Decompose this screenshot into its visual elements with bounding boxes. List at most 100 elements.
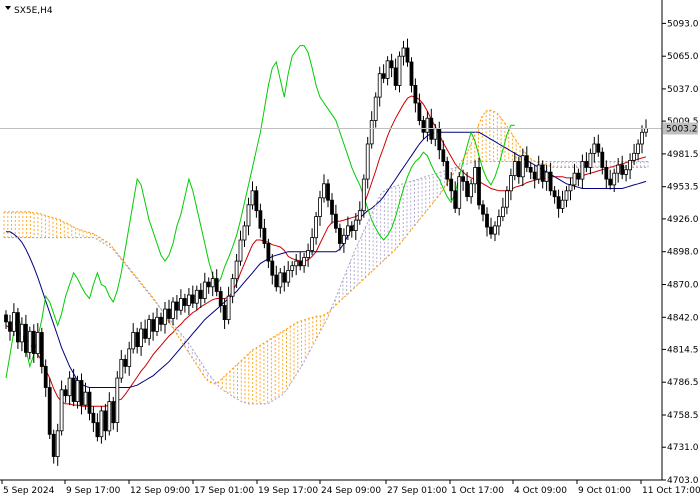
candle (326, 179, 330, 208)
candle (306, 243, 311, 267)
candle (159, 312, 163, 332)
symbol-timeframe-label: SX5E,H4 (14, 6, 53, 16)
candle (552, 186, 557, 204)
candle (214, 269, 219, 297)
candle (500, 197, 505, 222)
candle (333, 204, 338, 233)
candle (242, 221, 247, 247)
tenkan-sen-line (5, 95, 647, 407)
candle (278, 268, 283, 294)
candle (290, 261, 295, 278)
time-tick-label: 9 Oct 01:00 (578, 486, 631, 496)
candle (620, 155, 625, 180)
candle (75, 375, 80, 409)
candle (481, 200, 485, 222)
candle (405, 38, 410, 67)
candle (47, 378, 52, 439)
candle (43, 359, 48, 397)
price-tick-label: 4731.0 (667, 443, 699, 453)
candle (310, 228, 315, 256)
candle (234, 254, 239, 288)
candle (294, 254, 299, 276)
candle (576, 168, 581, 187)
candle (190, 285, 195, 308)
candle (413, 78, 418, 113)
dropdown-triangle-icon[interactable] (5, 6, 11, 10)
candle (330, 193, 334, 224)
candle (381, 64, 386, 84)
candle (508, 168, 513, 201)
candle (27, 326, 32, 360)
candle (218, 286, 223, 313)
candle (588, 148, 593, 175)
time-tick-label: 12 Sep 09:00 (130, 486, 190, 496)
candle (119, 350, 124, 383)
ichimoku-chart[interactable]: 5093.05065.05037.05009.54981.54953.54926… (0, 0, 700, 500)
candle (520, 148, 525, 187)
candle (512, 152, 517, 181)
candle (51, 429, 56, 464)
candle (544, 165, 549, 191)
price-tick-label: 5037.0 (667, 85, 699, 95)
candle (596, 134, 601, 157)
candle (67, 371, 72, 406)
candle (337, 223, 342, 251)
candle (540, 160, 545, 189)
candle (270, 254, 275, 285)
candle (592, 136, 597, 163)
price-tick-label: 5093.0 (667, 19, 699, 29)
candle (365, 136, 370, 189)
candle (55, 423, 60, 466)
candle (564, 186, 569, 208)
candle (532, 165, 537, 189)
candle (516, 156, 521, 184)
time-tick-label: 19 Sep 17:00 (258, 486, 318, 496)
kijun-sen-line (6, 131, 647, 388)
price-tick-label: 4953.5 (667, 183, 699, 193)
candle (437, 121, 442, 160)
ichimoku-cloud (3, 110, 649, 404)
candle (524, 146, 529, 173)
time-axis: 5 Sep 2024 9 Sep 17:00 12 Sep 09:00 17 Sep … (1, 480, 700, 496)
current-price-label: 5003.2 (663, 122, 698, 135)
candle (99, 406, 104, 444)
candle (341, 228, 346, 253)
candle (111, 396, 116, 430)
candle (393, 58, 398, 91)
candle (174, 295, 179, 320)
price-tick-label: 4786.5 (667, 378, 699, 388)
candle (373, 92, 378, 128)
candle (19, 317, 24, 352)
candle (63, 385, 68, 403)
candle (178, 289, 183, 315)
candle (147, 314, 152, 346)
candle (274, 265, 279, 292)
candle (139, 321, 144, 356)
candle (608, 169, 613, 190)
candle (556, 189, 561, 218)
candle (298, 251, 303, 271)
candle (473, 160, 478, 194)
price-tick-label: 5065.0 (667, 52, 699, 62)
candle (95, 413, 100, 442)
candle (194, 285, 199, 311)
candle (528, 162, 533, 180)
candle (628, 153, 632, 180)
price-tick-label: 4926.0 (667, 215, 699, 225)
current-price-value: 5003.2 (666, 125, 698, 135)
time-tick-label: 17 Sep 01:00 (194, 486, 254, 496)
price-tick-label: 4981.5 (667, 150, 699, 160)
candlesticks (4, 38, 648, 466)
candle (258, 203, 263, 238)
chart-title: SX5E,H4 (5, 6, 53, 16)
candle (286, 261, 291, 287)
candle (409, 57, 414, 93)
time-tick-label: 11 Oct 17:00 (642, 486, 700, 496)
candle (636, 139, 640, 161)
candle (254, 186, 259, 218)
candle (59, 380, 64, 436)
candle (155, 307, 159, 336)
candle (282, 265, 287, 292)
candle (39, 327, 44, 374)
candle (123, 354, 128, 374)
